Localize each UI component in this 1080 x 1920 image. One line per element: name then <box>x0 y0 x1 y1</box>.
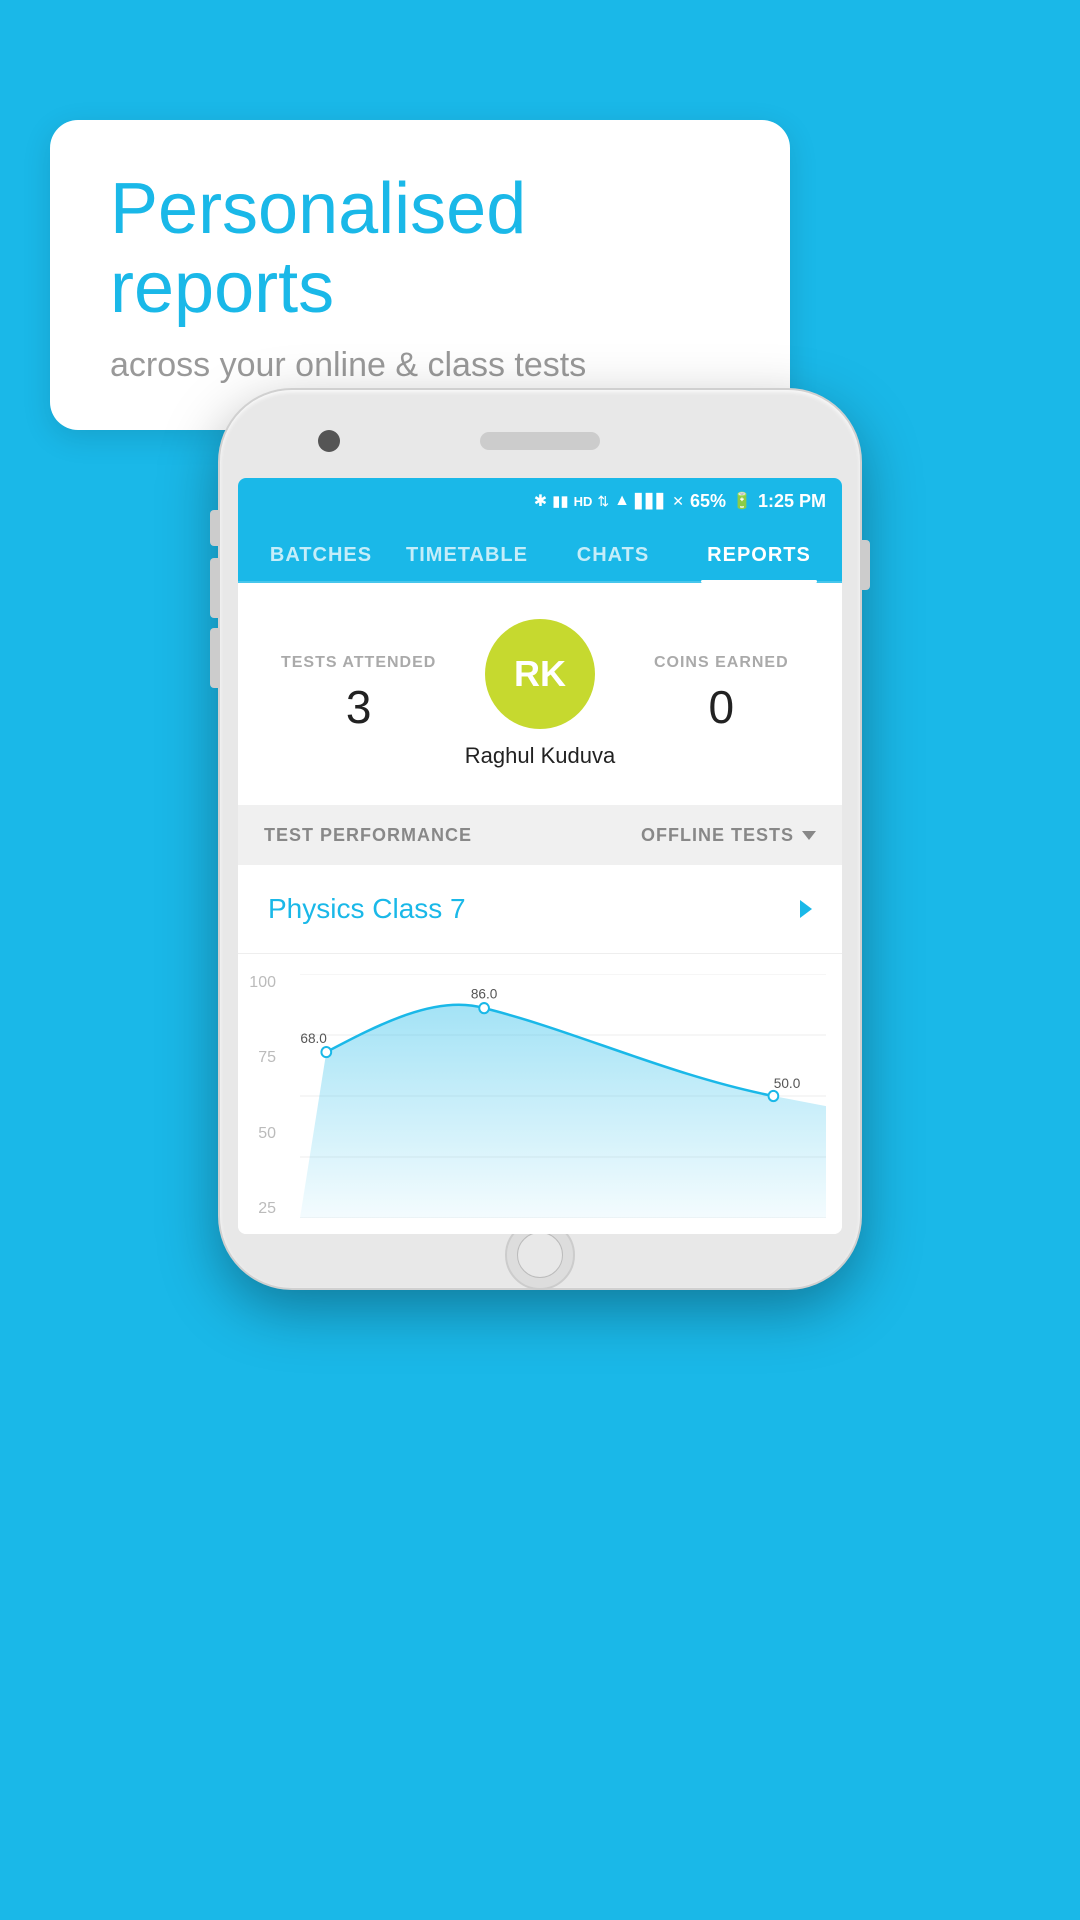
test-performance-label: TEST PERFORMANCE <box>264 825 472 846</box>
chart-svg-container: 68.0 86.0 50.0 <box>300 974 826 1218</box>
y-label-25: 25 <box>258 1200 276 1218</box>
mute-button <box>210 510 220 546</box>
chart-area: 100 75 50 25 <box>238 954 842 1234</box>
offline-tests-label: OFFLINE TESTS <box>641 825 794 846</box>
coins-earned-label: COINS EARNED <box>631 654 812 672</box>
coins-earned-block: COINS EARNED 0 <box>631 654 812 734</box>
tooltip-subtitle: across your online & class tests <box>110 346 730 385</box>
phone-screen: ✱ ▮▮ HD ⇅ ▲ ▋▋▋ ✕ 65% 🔋 1:25 PM <box>238 478 842 1234</box>
power-button <box>860 540 870 590</box>
earpiece-speaker <box>480 432 600 450</box>
y-label-75: 75 <box>258 1049 276 1067</box>
status-icons: ✱ ▮▮ HD ⇅ ▲ ▋▋▋ ✕ <box>534 491 684 511</box>
hd-icon: HD <box>574 494 593 509</box>
tab-batches[interactable]: BATCHES <box>248 524 394 581</box>
bluetooth-icon: ✱ <box>534 491 547 511</box>
clock: 1:25 PM <box>758 491 826 512</box>
profile-section: TESTS ATTENDED 3 RK Raghul Kuduva COINS … <box>238 583 842 805</box>
tests-attended-value: 3 <box>268 680 449 734</box>
performance-section-header: TEST PERFORMANCE OFFLINE TESTS <box>238 805 842 865</box>
tooltip-title: Personalised reports <box>110 170 730 328</box>
y-label-100: 100 <box>249 974 276 992</box>
avatar: RK <box>485 619 595 729</box>
vibrate-icon: ▮▮ <box>552 492 569 510</box>
chart-y-axis: 100 75 50 25 <box>238 974 284 1218</box>
volume-down-button <box>210 628 220 688</box>
tests-attended-block: TESTS ATTENDED 3 <box>268 654 449 734</box>
phone-wrapper: ✱ ▮▮ HD ⇅ ▲ ▋▋▋ ✕ 65% 🔋 1:25 PM <box>220 390 860 1288</box>
coins-earned-value: 0 <box>631 680 812 734</box>
avatar-block: RK Raghul Kuduva <box>449 619 630 769</box>
class-name: Physics Class 7 <box>268 893 466 925</box>
status-bar: ✱ ▮▮ HD ⇅ ▲ ▋▋▋ ✕ 65% 🔋 1:25 PM <box>238 478 842 524</box>
avatar-initials: RK <box>514 653 566 695</box>
tooltip-card: Personalised reports across your online … <box>50 120 790 430</box>
svg-text:68.0: 68.0 <box>300 1030 327 1046</box>
battery-level: 65% <box>690 491 726 512</box>
sync-icon: ⇅ <box>597 493 609 510</box>
class-row[interactable]: Physics Class 7 <box>238 865 842 954</box>
wifi-icon: ▲ <box>614 492 630 510</box>
chevron-down-icon <box>802 831 816 840</box>
no-signal-icon: ✕ <box>672 493 684 510</box>
signal-icon: ▋▋▋ <box>635 493 667 510</box>
chevron-right-icon <box>800 900 812 918</box>
svg-text:50.0: 50.0 <box>774 1075 801 1091</box>
svg-text:86.0: 86.0 <box>471 985 498 1001</box>
nav-tabs: BATCHES TIMETABLE CHATS REPORTS <box>238 524 842 583</box>
phone-shell: ✱ ▮▮ HD ⇅ ▲ ▋▋▋ ✕ 65% 🔋 1:25 PM <box>220 390 860 1288</box>
tab-chats[interactable]: CHATS <box>540 524 686 581</box>
tab-timetable[interactable]: TIMETABLE <box>394 524 540 581</box>
tests-attended-label: TESTS ATTENDED <box>268 654 449 672</box>
y-label-50: 50 <box>258 1125 276 1143</box>
volume-up-button <box>210 558 220 618</box>
offline-tests-dropdown[interactable]: OFFLINE TESTS <box>641 825 816 846</box>
user-name: Raghul Kuduva <box>465 743 615 769</box>
battery-icon: 🔋 <box>732 491 752 511</box>
front-camera <box>318 430 340 452</box>
phone-top-hardware <box>238 412 842 470</box>
tab-reports[interactable]: REPORTS <box>686 524 832 581</box>
